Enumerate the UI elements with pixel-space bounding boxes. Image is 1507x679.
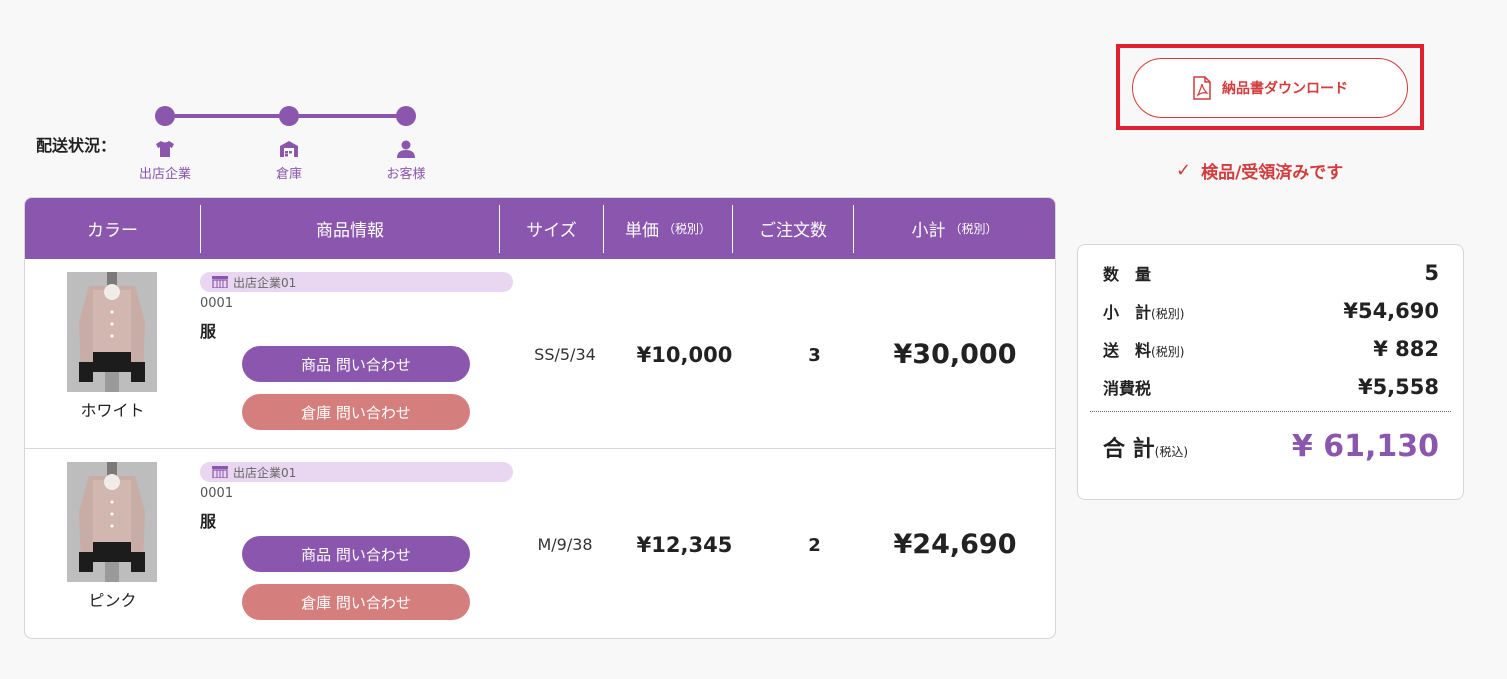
summary-tax-row: 消費税 ¥5,558 bbox=[1103, 375, 1439, 399]
shipping-value: ¥ 882 bbox=[1373, 337, 1439, 361]
summary-subtotal-row: 小 計(税別) ¥54,690 bbox=[1103, 299, 1439, 323]
step-customer: お客様 bbox=[371, 106, 441, 182]
store-name: 出店企業01 bbox=[233, 465, 297, 480]
quantity-label: 数 量 bbox=[1103, 265, 1152, 284]
quantity-value: 5 bbox=[1424, 261, 1439, 285]
column-header-product: 商品情報 bbox=[201, 204, 500, 253]
store-badge: 出店企業01 bbox=[200, 462, 513, 482]
row-subtotal: ¥30,000 bbox=[893, 339, 1017, 370]
person-icon bbox=[397, 140, 415, 158]
step-dot bbox=[155, 106, 175, 126]
column-header-quantity: ご注文数 bbox=[733, 204, 854, 253]
step-dot bbox=[279, 106, 299, 126]
inspection-status: ✓ 検品/受領済みです bbox=[1176, 158, 1376, 183]
step-dot bbox=[396, 106, 416, 126]
summary-total-row: 合 計(税込) ¥ 61,130 bbox=[1103, 429, 1439, 464]
delivery-note-download-button[interactable]: 納品書ダウンロード bbox=[1132, 58, 1408, 118]
total-label: 合 計(税込) bbox=[1103, 436, 1189, 462]
warehouse-inquiry-button[interactable]: 倉庫 問い合わせ bbox=[242, 394, 470, 430]
column-header-unit-price: 単価 （税別） bbox=[604, 204, 733, 253]
warehouse-icon bbox=[280, 141, 298, 157]
product-code: 0001 bbox=[200, 296, 234, 311]
inspection-status-text: 検品/受領済みです bbox=[1201, 163, 1344, 183]
step-label-warehouse: 倉庫 bbox=[275, 167, 302, 182]
total-value: ¥ 61,130 bbox=[1291, 429, 1439, 464]
subtotal-label: 小 計(税別) bbox=[1103, 303, 1185, 322]
tshirt-icon bbox=[156, 141, 174, 157]
summary-divider bbox=[1090, 411, 1451, 412]
color-name: ピンク bbox=[88, 591, 137, 610]
product-inquiry-button[interactable]: 商品 問い合わせ bbox=[242, 536, 470, 572]
check-icon: ✓ bbox=[1176, 160, 1192, 181]
color-name: ホワイト bbox=[80, 401, 145, 420]
order-items-table: カラー 商品情報 サイズ 単価 （税別） ご注文数 小計 （税別） ホワイト 出… bbox=[24, 197, 1056, 639]
column-header-subtotal: 小計 （税別） bbox=[911, 221, 998, 241]
step-label-customer: お客様 bbox=[386, 167, 426, 182]
delivery-progress: 出店企業 倉庫 お客様 bbox=[130, 104, 430, 184]
table-header: カラー 商品情報 サイズ 単価 （税別） ご注文数 小計 （税別） bbox=[25, 198, 1055, 259]
summary-quantity-row: 数 量 5 bbox=[1103, 261, 1439, 285]
tax-label: 消費税 bbox=[1103, 379, 1152, 398]
warehouse-inquiry-button[interactable]: 倉庫 問い合わせ bbox=[242, 584, 470, 620]
store-icon bbox=[212, 276, 228, 288]
product-name: 服 bbox=[200, 512, 217, 531]
step-warehouse: 倉庫 bbox=[254, 106, 324, 182]
subtotal-value: ¥54,690 bbox=[1343, 299, 1439, 323]
store-badge: 出店企業01 bbox=[200, 272, 513, 292]
tax-value: ¥5,558 bbox=[1357, 375, 1439, 399]
row-subtotal: ¥24,690 bbox=[893, 529, 1017, 560]
product-name: 服 bbox=[200, 322, 217, 341]
delivery-status-label: 配送状況： bbox=[36, 136, 117, 155]
store-name: 出店企業01 bbox=[233, 275, 297, 290]
product-inquiry-button[interactable]: 商品 問い合わせ bbox=[242, 346, 470, 382]
order-summary-card: 数 量 5 小 計(税別) ¥54,690 送 料(税別) ¥ 882 消費税 … bbox=[1077, 244, 1464, 500]
step-label-store: 出店企業 bbox=[138, 167, 191, 182]
product-image bbox=[67, 462, 157, 582]
product-image bbox=[67, 272, 157, 392]
store-icon bbox=[212, 466, 228, 478]
column-header-color: カラー bbox=[25, 204, 201, 253]
table-row: ピンク 出店企業01 0001 服 商品 問い合わせ 倉庫 問い合わせ M/9/… bbox=[25, 449, 1055, 638]
download-label: 納品書ダウンロード bbox=[1222, 81, 1348, 97]
pdf-icon bbox=[1193, 76, 1211, 100]
step-store: 出店企業 bbox=[130, 106, 200, 182]
shipping-label: 送 料(税別) bbox=[1103, 341, 1185, 360]
column-header-size: サイズ bbox=[500, 204, 604, 253]
product-code: 0001 bbox=[200, 486, 234, 501]
table-row: ホワイト 出店企業01 0001 服 商品 問い合わせ 倉庫 問い合わせ SS/… bbox=[25, 259, 1055, 449]
summary-shipping-row: 送 料(税別) ¥ 882 bbox=[1103, 337, 1439, 361]
